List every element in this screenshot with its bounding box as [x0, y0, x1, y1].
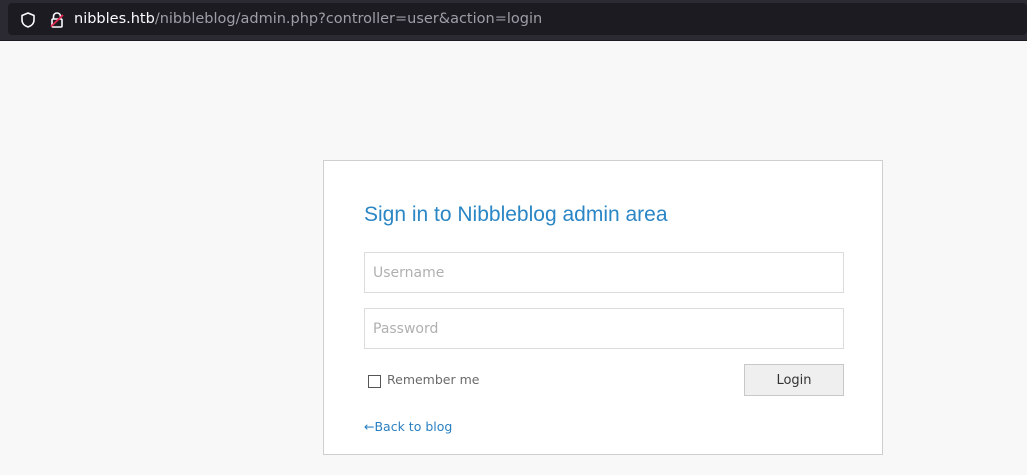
remember-me-checkbox[interactable]: [368, 374, 381, 388]
lock-icon[interactable]: [48, 11, 66, 29]
shield-icon[interactable]: [19, 11, 37, 29]
browser-url-bar: nibbles.htb/nibbleblog/admin.php?control…: [0, 0, 1027, 41]
url-host: nibbles.htb: [74, 11, 155, 27]
login-button[interactable]: Login: [744, 364, 844, 396]
password-input[interactable]: [364, 308, 844, 349]
url-path: /nibbleblog/admin.php?controller=user&ac…: [154, 11, 543, 27]
username-input[interactable]: [364, 252, 844, 293]
back-to-blog-link[interactable]: ←Back to blog: [364, 419, 452, 434]
login-card: Sign in to Nibbleblog admin area Remembe…: [323, 160, 883, 455]
login-title: Sign in to Nibbleblog admin area: [364, 203, 668, 226]
url-text[interactable]: nibbles.htb/nibbleblog/admin.php?control…: [74, 10, 542, 28]
address-field[interactable]: nibbles.htb/nibbleblog/admin.php?control…: [8, 3, 1027, 35]
remember-me: Remember me: [368, 369, 479, 389]
remember-me-label[interactable]: Remember me: [387, 372, 479, 387]
